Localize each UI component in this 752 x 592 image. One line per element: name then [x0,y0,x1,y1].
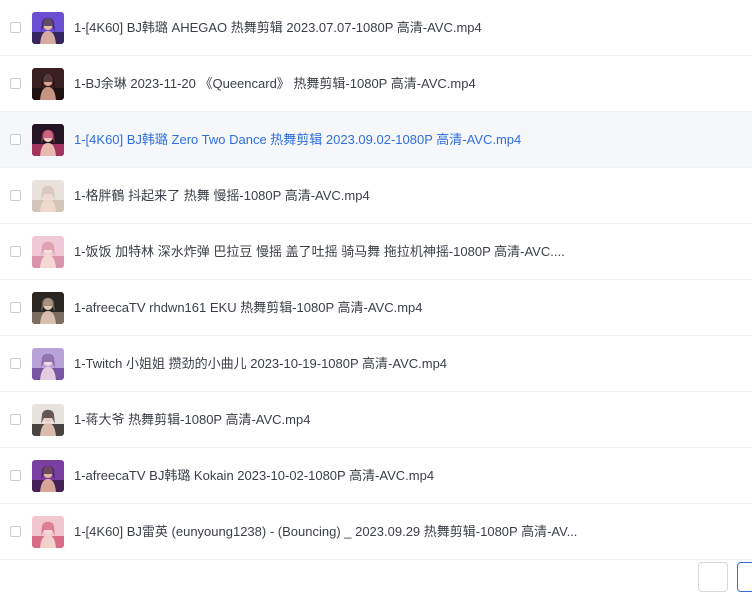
video-thumbnail-icon[interactable] [32,403,64,436]
video-thumbnail-icon[interactable] [32,515,64,548]
file-checkbox[interactable] [10,77,21,89]
file-checkbox[interactable] [10,133,21,145]
file-name[interactable]: 1-afreecaTV rhdwn161 EKU 热舞剪辑-1080P 高清-A… [74,299,423,317]
file-name[interactable]: 1-[4K60] BJ雷英 (eunyoung1238) - (Bouncing… [74,523,577,541]
file-checkbox[interactable] [10,245,21,257]
file-name[interactable]: 1-afreecaTV BJ韩璐 Kokain 2023-10-02-1080P… [74,467,434,485]
file-row[interactable]: 1-afreecaTV BJ韩璐 Kokain 2023-10-02-1080P… [0,448,752,504]
video-thumbnail-icon[interactable] [32,67,64,100]
video-thumbnail-icon[interactable] [32,459,64,492]
file-name[interactable]: 1-BJ余琳 2023-11-20 《Queencard》 热舞剪辑-1080P… [74,75,476,93]
video-thumbnail-icon[interactable] [32,235,64,268]
file-checkbox[interactable] [10,413,21,425]
file-checkbox[interactable] [10,469,21,481]
file-row[interactable]: 1-[4K60] BJ韩璐 AHEGAO 热舞剪辑 2023.07.07-108… [0,0,752,56]
file-name[interactable]: 1-蒋大爷 热舞剪辑-1080P 高清-AVC.mp4 [74,411,310,429]
file-row[interactable]: 1-Twitch 小姐姐 攒劲的小曲儿 2023-10-19-1080P 高清-… [0,336,752,392]
file-list: 1-[4K60] BJ韩璐 AHEGAO 热舞剪辑 2023.07.07-108… [0,0,752,560]
file-checkbox[interactable] [10,189,21,201]
file-row[interactable]: 1-[4K60] BJ韩璐 Zero Two Dance 热舞剪辑 2023.0… [0,112,752,168]
file-name[interactable]: 1-[4K60] BJ韩璐 Zero Two Dance 热舞剪辑 2023.0… [74,131,521,149]
file-row[interactable]: 1-BJ余琳 2023-11-20 《Queencard》 热舞剪辑-1080P… [0,56,752,112]
video-thumbnail-icon[interactable] [32,123,64,156]
file-checkbox[interactable] [10,301,21,313]
file-name[interactable]: 1-格胖鶴 抖起来了 热舞 慢摇-1080P 高清-AVC.mp4 [74,187,370,205]
file-row[interactable]: 1-格胖鶴 抖起来了 热舞 慢摇-1080P 高清-AVC.mp4 [0,168,752,224]
file-name[interactable]: 1-饭饭 加特林 深水炸弹 巴拉豆 慢摇 盖了吐摇 骑马舞 拖拉机神摇-1080… [74,243,565,261]
file-name[interactable]: 1-[4K60] BJ韩璐 AHEGAO 热舞剪辑 2023.07.07-108… [74,19,482,37]
video-thumbnail-icon[interactable] [32,347,64,380]
video-thumbnail-icon[interactable] [32,291,64,324]
video-thumbnail-icon[interactable] [32,179,64,212]
file-row[interactable]: 1-afreecaTV rhdwn161 EKU 热舞剪辑-1080P 高清-A… [0,280,752,336]
file-checkbox[interactable] [10,21,21,33]
pagination-page-button[interactable] [737,562,752,592]
file-checkbox[interactable] [10,357,21,369]
file-checkbox[interactable] [10,525,21,537]
file-row[interactable]: 1-[4K60] BJ雷英 (eunyoung1238) - (Bouncing… [0,504,752,560]
file-row[interactable]: 1-饭饭 加特林 深水炸弹 巴拉豆 慢摇 盖了吐摇 骑马舞 拖拉机神摇-1080… [0,224,752,280]
video-thumbnail-icon[interactable] [32,11,64,44]
pagination-prev-button[interactable] [698,562,728,592]
file-name[interactable]: 1-Twitch 小姐姐 攒劲的小曲儿 2023-10-19-1080P 高清-… [74,355,447,373]
file-row[interactable]: 1-蒋大爷 热舞剪辑-1080P 高清-AVC.mp4 [0,392,752,448]
